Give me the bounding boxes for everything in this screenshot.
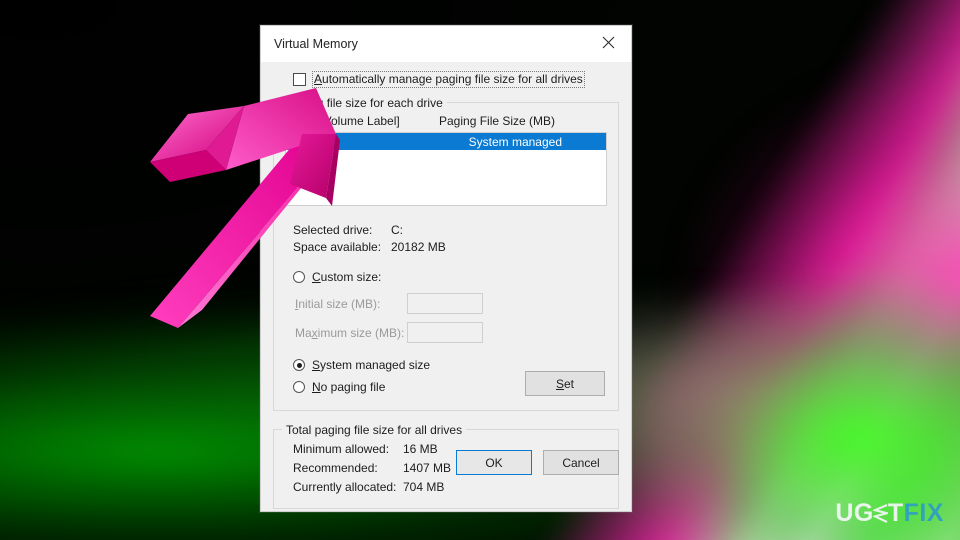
maximum-size-label-rest: imum size (MB):	[317, 325, 405, 340]
minimum-allowed-value: 16 MB	[403, 442, 438, 456]
maximum-size-label-pre: Ma	[295, 325, 312, 340]
list-column-headers: Drive [Volume Label] Paging File Size (M…	[285, 113, 607, 132]
ok-button[interactable]: OK	[456, 450, 532, 475]
drive-listbox[interactable]: System managed	[285, 132, 607, 206]
column-header-drive: Drive [Volume Label]	[289, 114, 400, 128]
custom-size-label-rest: ustom size:	[320, 270, 382, 284]
maximum-size-row: Maximum size (MB):	[293, 318, 607, 347]
space-available-key: Space available:	[293, 240, 382, 254]
per-drive-group-legend: Paging file size for each drive	[282, 96, 447, 110]
system-managed-label[interactable]: System managed size	[312, 358, 430, 372]
no-paging-label[interactable]: No paging file	[312, 380, 385, 394]
auto-manage-accel: A	[314, 72, 323, 86]
maximum-size-label: Maximum size (MB):	[293, 326, 407, 340]
currently-allocated-value: 704 MB	[403, 480, 445, 494]
column-header-size: Paging File Size (MB)	[439, 114, 556, 128]
no-paging-radio[interactable]	[293, 381, 305, 393]
table-row[interactable]: System managed	[286, 133, 606, 150]
chevron-e-icon	[872, 504, 888, 523]
dialog-titlebar: Virtual Memory	[261, 26, 631, 62]
initial-size-label: Initial size (MB):	[293, 297, 407, 311]
total-size-group-legend: Total paging file size for all drives	[282, 423, 467, 437]
custom-size-radio[interactable]	[293, 271, 305, 283]
selected-drive-line: Selected drive: C:	[293, 222, 607, 239]
space-available-line: Space available: 20182 MB	[293, 239, 607, 256]
maximum-size-input[interactable]	[407, 322, 483, 343]
no-paging-label-rest: o paging file	[320, 380, 386, 394]
selected-drive-value: C:	[391, 223, 403, 237]
auto-manage-row: Automatically manage paging file size fo…	[273, 62, 619, 88]
set-button[interactable]: Set	[525, 371, 605, 396]
custom-size-accel: C	[312, 270, 321, 284]
recommended-value: 1407 MB	[403, 461, 452, 475]
auto-manage-label[interactable]: Automatically manage paging file size fo…	[312, 71, 585, 88]
minimum-allowed-key: Minimum allowed:	[293, 442, 390, 456]
initial-size-label-rest: nitial size (MB):	[298, 296, 381, 311]
close-icon[interactable]	[586, 26, 631, 58]
recommended-key: Recommended:	[293, 461, 378, 475]
space-available-value: 20182 MB	[391, 240, 446, 254]
dialog-buttonbar: OK Cancel	[456, 450, 619, 475]
dialog-body: Automatically manage paging file size fo…	[261, 62, 631, 511]
size-options: Custom size: Initial size (MB): Maximum …	[285, 267, 607, 397]
per-drive-group: Paging file size for each drive Drive [V…	[273, 96, 619, 411]
currently-allocated-key: Currently allocated:	[293, 480, 397, 494]
virtual-memory-dialog: Virtual Memory Automatically manage pagi…	[260, 25, 632, 512]
screen: UG T FIX Virtual Memory Automatically ma…	[0, 0, 960, 540]
initial-size-input[interactable]	[407, 293, 483, 314]
system-managed-radio[interactable]	[293, 359, 305, 371]
selected-drive-info: Selected drive: C: Space available: 2018…	[285, 222, 607, 256]
no-paging-accel: N	[312, 380, 321, 394]
cancel-button[interactable]: Cancel	[543, 450, 619, 475]
watermark-text-primary: UG	[835, 499, 874, 527]
auto-manage-label-rest: utomatically manage paging file size for…	[322, 72, 583, 86]
set-button-accel: S	[555, 376, 564, 391]
currently-allocated-row: Currently allocated: 704 MB	[293, 478, 607, 497]
custom-size-label[interactable]: Custom size:	[312, 270, 381, 284]
set-button-label-rest: et	[564, 376, 575, 391]
custom-size-row[interactable]: Custom size:	[293, 267, 607, 287]
selected-drive-key: Selected drive:	[293, 223, 373, 237]
system-managed-label-rest: ystem managed size	[320, 358, 431, 372]
row-size-label: System managed	[468, 134, 562, 149]
watermark-text-secondary: FIX	[903, 499, 944, 527]
ugetfix-watermark: UG T FIX	[835, 501, 944, 526]
system-options-wrap: System managed size No paging file Set	[293, 355, 607, 397]
initial-size-row: Initial size (MB):	[293, 289, 607, 318]
watermark-text-mid: T	[887, 499, 904, 527]
auto-manage-checkbox[interactable]	[293, 73, 306, 86]
system-managed-accel: S	[312, 358, 321, 372]
dialog-title: Virtual Memory	[274, 37, 358, 51]
